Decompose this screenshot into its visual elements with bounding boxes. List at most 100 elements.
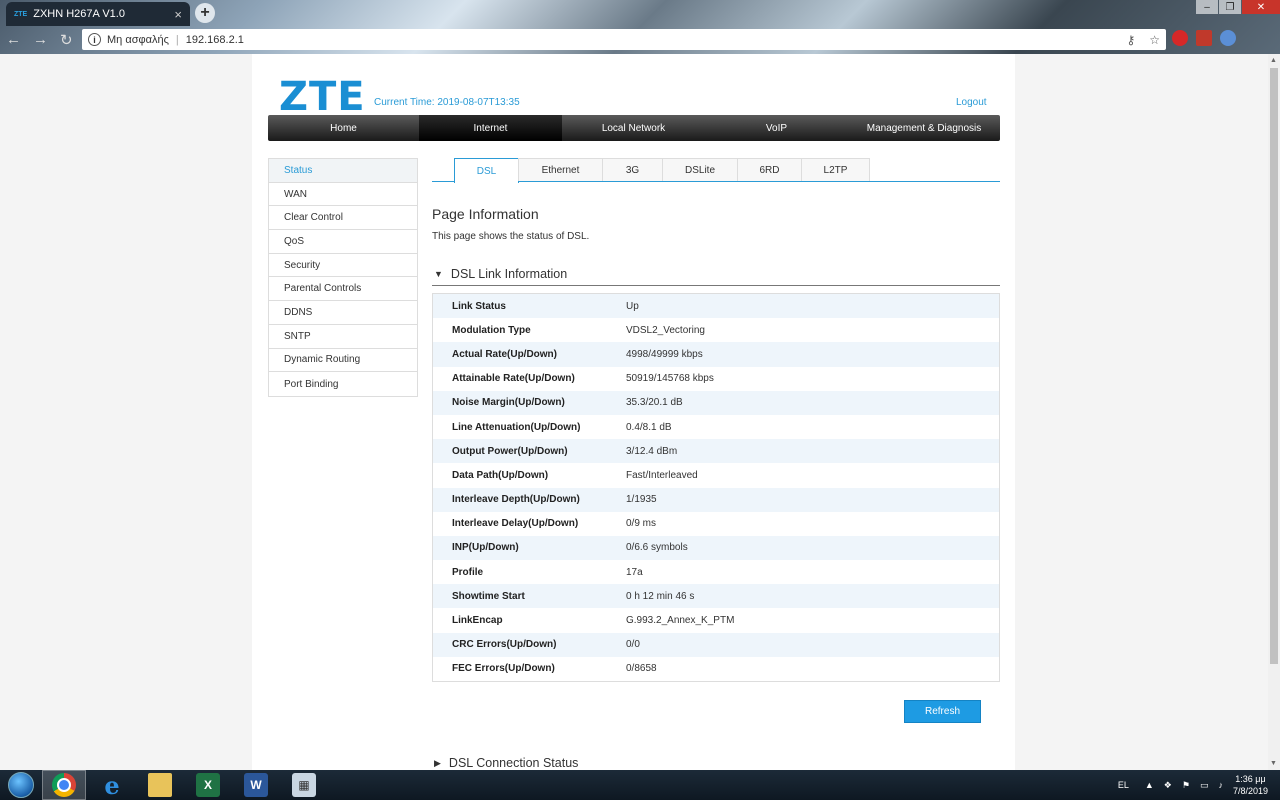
back-icon[interactable]: ← [6, 31, 21, 49]
taskbar-excel[interactable]: X [186, 770, 230, 800]
row-label: Attainable Rate(Up/Down) [452, 373, 575, 385]
network-icon[interactable]: ▭ [1200, 780, 1209, 791]
table-row: INP(Up/Down) 0/6.6 symbols [433, 535, 999, 561]
tab-dsl[interactable]: DSL [454, 158, 519, 183]
row-label: LinkEncap [452, 615, 503, 627]
row-label: CRC Errors(Up/Down) [452, 639, 557, 651]
extension-red-icon[interactable] [1172, 30, 1188, 46]
row-label: Interleave Depth(Up/Down) [452, 494, 580, 506]
nav-internet[interactable]: Internet [419, 115, 562, 141]
tab-dslite[interactable]: DSLite [662, 158, 738, 181]
row-value: 0.4/8.1 dB [626, 421, 672, 433]
nav-voip[interactable]: VoIP [705, 115, 848, 141]
sidebar-item-wan[interactable]: WAN [269, 183, 417, 207]
side-menu: Status WAN Clear Control QoS Security Pa… [268, 158, 418, 397]
word-icon: W [244, 773, 268, 797]
table-row: LinkEncap G.993.2_Annex_K_PTM [433, 608, 999, 632]
logout-link[interactable]: Logout [956, 97, 987, 108]
row-value: 0 h 12 min 46 s [626, 590, 695, 602]
sidebar-item-ddns[interactable]: DDNS [269, 301, 417, 325]
browser-tab[interactable]: ZTE ZXHN H267A V1.0 × [6, 2, 190, 26]
folder-icon [148, 773, 172, 797]
row-label: Noise Margin(Up/Down) [452, 397, 565, 409]
section-title: DSL Link Information [450, 266, 568, 281]
tab-ethernet[interactable]: Ethernet [518, 158, 603, 181]
key-icon[interactable]: ⚷ [1126, 33, 1135, 47]
scroll-down-icon[interactable]: ▼ [1270, 760, 1277, 767]
table-row: Attainable Rate(Up/Down) 50919/145768 kbp… [433, 367, 999, 391]
table-row: Interleave Delay(Up/Down) 0/9 ms [433, 512, 999, 536]
volume-icon[interactable]: ♪ [1218, 780, 1223, 790]
tab-l2tp[interactable]: L2TP [801, 158, 870, 181]
sidebar-item-qos[interactable]: QoS [269, 230, 417, 254]
reload-icon[interactable]: ↻ [60, 31, 73, 49]
table-row: CRC Errors(Up/Down) 0/0 [433, 632, 999, 657]
sidebar-item-security[interactable]: Security [269, 254, 417, 278]
windows-logo-icon [8, 772, 34, 798]
extension-icons [1172, 30, 1236, 46]
page-viewport: ZTE Current Time: 2019-08-07T13:35 Logou… [0, 54, 1268, 770]
tab-3g[interactable]: 3G [602, 158, 663, 181]
forward-icon[interactable]: → [33, 31, 48, 49]
scroll-up-icon[interactable]: ▲ [1270, 57, 1277, 64]
nav-management-diagnosis[interactable]: Management & Diagnosis [848, 115, 1000, 141]
start-button[interactable] [4, 770, 38, 800]
table-row: Line Attenuation(Up/Down) 0.4/8.1 dB [433, 415, 999, 439]
vertical-scrollbar[interactable]: ▲ ▼ [1268, 54, 1280, 770]
taskbar-calculator[interactable]: ▦ [282, 770, 326, 800]
taskbar-chrome[interactable] [42, 770, 86, 800]
scrollbar-thumb[interactable] [1270, 68, 1278, 664]
dropbox-icon[interactable]: ❖ [1164, 780, 1172, 791]
table-row: Data Path(Up/Down) Fast/Interleaved [433, 463, 999, 487]
row-label: Interleave Delay(Up/Down) [452, 518, 579, 530]
row-label: Data Path(Up/Down) [452, 469, 549, 481]
row-label: Actual Rate(Up/Down) [452, 348, 557, 360]
sidebar-item-port-binding[interactable]: Port Binding [269, 372, 417, 396]
nav-home[interactable]: Home [268, 115, 419, 141]
sidebar-item-parental-controls[interactable]: Parental Controls [269, 277, 417, 302]
router-page: ZTE Current Time: 2019-08-07T13:35 Logou… [252, 54, 1015, 770]
row-label: Showtime Start [452, 590, 525, 602]
taskbar-word[interactable]: W [234, 770, 278, 800]
new-tab-button[interactable]: + [195, 3, 215, 23]
info-icon[interactable]: i [88, 33, 101, 46]
clock-time: 1:36 μμ [1235, 774, 1266, 784]
clock-date: 7/8/2019 [1232, 786, 1268, 796]
clock[interactable]: 1:36 μμ 7/8/2019 [1233, 773, 1268, 797]
close-tab-icon[interactable]: × [174, 7, 182, 22]
table-row: Interleave Depth(Up/Down) 1/1935 [433, 487, 999, 512]
row-value: 0/6.6 symbols [626, 542, 688, 554]
dsl-connection-section-header[interactable]: ▶ DSL Connection Status [432, 752, 1000, 770]
url-text[interactable]: 192.168.2.1 [186, 34, 244, 46]
close-window-icon[interactable]: ✕ [1242, 0, 1280, 14]
refresh-button[interactable]: Refresh [904, 700, 981, 723]
row-label: Line Attenuation(Up/Down) [452, 421, 581, 433]
browser-nav: ← → ↻ [6, 31, 73, 49]
language-indicator[interactable]: EL [1118, 780, 1129, 790]
maximize-icon[interactable]: ❐ [1219, 0, 1241, 14]
taskbar-ie[interactable]: e [90, 770, 134, 800]
page-title: Page Information [432, 206, 539, 222]
taskbar-explorer[interactable] [138, 770, 182, 800]
sidebar-item-clear-control[interactable]: Clear Control [269, 206, 417, 231]
bookmark-star-icon[interactable]: ☆ [1149, 33, 1160, 47]
extension-pocket-icon[interactable] [1196, 30, 1212, 46]
nav-local-network[interactable]: Local Network [562, 115, 705, 141]
zte-favicon-icon: ZTE [14, 10, 28, 18]
sidebar-item-dynamic-routing[interactable]: Dynamic Routing [269, 349, 417, 373]
extension-profile-icon[interactable] [1220, 30, 1236, 46]
separator: | [175, 33, 179, 46]
row-label: Modulation Type [452, 324, 531, 336]
minimize-icon[interactable]: – [1196, 0, 1218, 14]
row-value: G.993.2_Annex_K_PTM [626, 615, 735, 627]
sidebar-item-sntp[interactable]: SNTP [269, 325, 417, 349]
show-hidden-icons-icon[interactable]: ▲ [1145, 780, 1154, 790]
security-label: Μη ασφαλής [107, 33, 169, 46]
row-value: 0/8658 [626, 663, 657, 675]
row-label: INP(Up/Down) [452, 542, 519, 554]
address-bar[interactable]: i Μη ασφαλής | 192.168.2.1 ⚷ ☆ [82, 29, 1166, 50]
flag-icon[interactable]: ⚑ [1182, 780, 1190, 791]
dsl-link-section-header[interactable]: ▼ DSL Link Information [432, 262, 1000, 286]
sidebar-item-status[interactable]: Status [269, 159, 417, 183]
tab-6rd[interactable]: 6RD [737, 158, 802, 181]
